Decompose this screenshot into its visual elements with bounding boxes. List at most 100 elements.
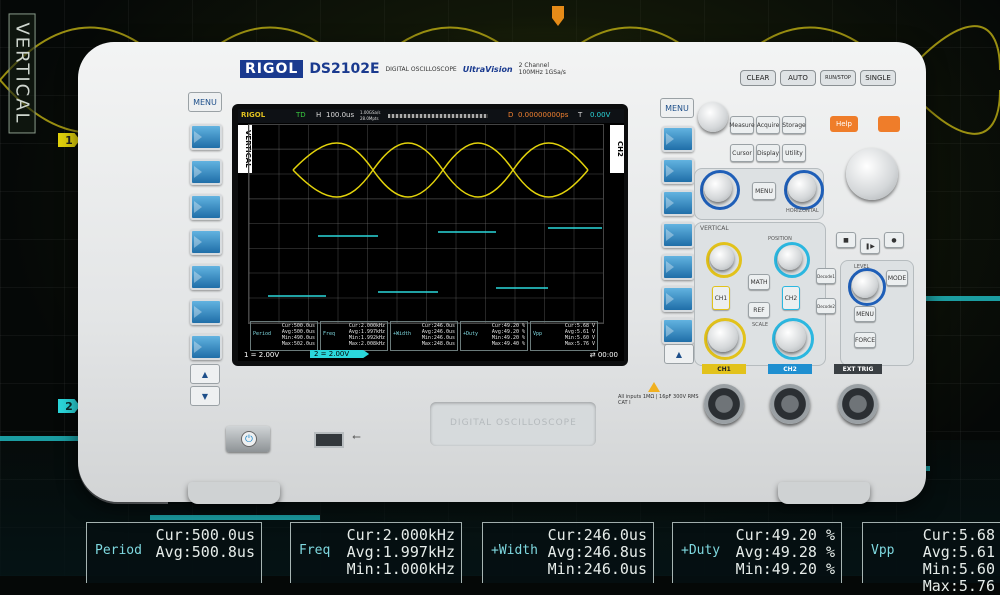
acquire-button[interactable]: Acquire xyxy=(756,116,780,134)
left-softkey-7[interactable] xyxy=(190,334,222,360)
ch2-position-knob[interactable] xyxy=(778,246,802,270)
right-softkey-3[interactable] xyxy=(662,190,694,216)
screen-measurement-duty: +Duty Cur:49.20 % Avg:49.20 % Min:49.20 … xyxy=(460,321,528,351)
single-button[interactable]: SINGLE xyxy=(860,70,896,86)
device-subtitle: DIGITAL OSCILLOSCOPE xyxy=(385,65,457,73)
ext-trig-bnc-connector[interactable] xyxy=(838,384,878,424)
run-stop-button[interactable]: RUN/STOP xyxy=(820,70,856,86)
measurement-name: Period xyxy=(253,331,272,337)
left-up-button[interactable]: ▲ xyxy=(190,364,220,384)
trigger-value: 0.00V xyxy=(590,111,611,119)
ch2-scale-knob[interactable] xyxy=(776,322,806,352)
brand-logo: RIGOL xyxy=(240,60,304,78)
memory-depth: 28.0Mpts xyxy=(360,116,379,121)
clear-button[interactable]: CLEAR xyxy=(740,70,776,86)
background-measurement-duty: +Duty Cur:49.20 % Avg:49.28 % Min:49.20 … xyxy=(672,522,842,583)
timebase-label: H xyxy=(316,111,322,119)
usb-port[interactable] xyxy=(314,432,344,448)
scale-label: SCALE xyxy=(752,322,769,328)
oscilloscope: RIGOL DS2102E DIGITAL OSCILLOSCOPE Ultra… xyxy=(78,42,926,510)
timebase-value: 100.0us xyxy=(326,111,355,119)
left-softkey-2[interactable] xyxy=(190,159,222,185)
horizontal-scale-knob[interactable] xyxy=(788,174,816,202)
delay-label: D xyxy=(508,111,514,119)
right-softkey-5[interactable] xyxy=(662,254,694,280)
right-softkey-1[interactable] xyxy=(662,126,694,152)
decode2-button[interactable]: Decode2 xyxy=(816,298,836,314)
display-button[interactable]: Display xyxy=(756,144,780,162)
spec-bandwidth: 100MHz 1GSa/s xyxy=(518,69,566,76)
model-number: DS2102E xyxy=(309,61,380,77)
right-softkey-4[interactable] xyxy=(662,222,694,248)
memory-bar xyxy=(388,114,488,118)
left-softkey-6[interactable] xyxy=(190,299,222,325)
screen-logo: RIGOL xyxy=(241,111,266,119)
trigger-menu-button[interactable]: MENU xyxy=(854,306,876,322)
delay-value: 0.00000000ps xyxy=(518,111,569,119)
sample-rate: 1.00GSa/s xyxy=(360,110,381,115)
channel-status-bar: 1 = 2.00V 2 = 2.00V ⇄ 00:00 xyxy=(238,350,624,361)
measurement-name: Vpp xyxy=(533,331,543,337)
cursor-button[interactable]: Cursor xyxy=(730,144,754,162)
bottom-label-plate: DIGITAL OSCILLOSCOPE xyxy=(430,402,596,446)
measure-button[interactable]: Measure xyxy=(729,116,755,134)
ch2-bnc-connector[interactable] xyxy=(770,384,810,424)
plate-text: DIGITAL OSCILLOSCOPE xyxy=(450,418,577,428)
horizontal-menu-button[interactable]: MENU xyxy=(752,182,776,200)
storage-button[interactable]: Storage xyxy=(782,116,806,134)
left-softkey-5[interactable] xyxy=(190,264,222,290)
ch1-scale-knob[interactable] xyxy=(708,322,738,352)
left-softkey-4[interactable] xyxy=(190,229,222,255)
status-bar: RIGOL TD H 100.0us 1.00GSa/s 28.0Mpts D … xyxy=(238,109,624,123)
trigger-mode-button[interactable]: MODE xyxy=(886,270,908,286)
power-button[interactable]: ⏻ xyxy=(226,426,270,452)
multipurpose-knob[interactable] xyxy=(698,102,728,132)
navigation-knob[interactable] xyxy=(846,148,898,200)
measurement-values: Cur:246.0us Avg:246.0us Min:246.0us Max:… xyxy=(421,323,455,347)
background-measurement-vpp: Vpp Cur:5.68 Avg:5.61 Min:5.60 Max:5.76 xyxy=(862,522,1000,595)
ch1-bnc-connector[interactable] xyxy=(704,384,744,424)
spec-block: 2 Channel 100MHz 1GSa/s xyxy=(519,62,566,76)
decode1-button[interactable]: Decode1 xyxy=(816,268,836,284)
right-menu-button[interactable]: MENU xyxy=(660,98,694,118)
right-up-button[interactable]: ▲ xyxy=(664,344,694,364)
ref-button[interactable]: REF xyxy=(748,302,770,318)
trigger-level-knob[interactable] xyxy=(852,272,878,298)
right-softkey-7[interactable] xyxy=(662,318,694,344)
auto-button[interactable]: AUTO xyxy=(780,70,816,86)
ch1-position-knob[interactable] xyxy=(710,246,734,270)
measurement-values: Cur:49.20 % Avg:49.28 % Min:49.20 % xyxy=(735,526,835,578)
right-softkey-6[interactable] xyxy=(662,286,694,312)
print-button[interactable] xyxy=(878,116,900,132)
left-softkey-1[interactable] xyxy=(190,124,222,150)
ext-trig-label: EXT TRIG xyxy=(834,364,882,374)
background-ch2-trace xyxy=(920,296,1000,301)
ch1-button[interactable]: CH1 xyxy=(712,286,730,310)
ch2-button[interactable]: CH2 xyxy=(782,286,800,310)
utility-button[interactable]: Utility xyxy=(782,144,806,162)
record-stop-button[interactable]: ■ xyxy=(836,232,856,248)
left-menu-button[interactable]: MENU xyxy=(188,92,222,112)
measurement-name: Period xyxy=(95,543,142,558)
measurement-values: Cur:500.0us Avg:500.0us Min:490.0us Max:… xyxy=(281,323,315,347)
math-button[interactable]: MATH xyxy=(748,274,770,290)
warning-icon xyxy=(648,382,660,392)
run-status: TD xyxy=(296,111,306,119)
record-button[interactable]: ● xyxy=(884,232,904,248)
force-button[interactable]: FORCE xyxy=(854,332,876,348)
screen-measurement-width: +Width Cur:246.0us Avg:246.0us Min:246.0… xyxy=(390,321,458,351)
vertical-section-label: VERTICAL xyxy=(700,225,729,232)
left-softkey-3[interactable] xyxy=(190,194,222,220)
right-softkey-2[interactable] xyxy=(662,158,694,184)
left-down-button[interactable]: ▼ xyxy=(190,386,220,406)
measurement-values: Cur:2.000kHz Avg:1.997kHz Min:1.000kHz xyxy=(346,526,455,578)
ch1-scale: 1 = 2.00V xyxy=(244,351,280,359)
horizontal-position-knob[interactable] xyxy=(704,174,732,202)
record-play-button[interactable]: ❚▶ xyxy=(860,238,880,254)
measurement-name: +Width xyxy=(491,543,538,558)
help-button[interactable]: Help xyxy=(830,116,858,132)
position-label: POSITION xyxy=(768,236,792,242)
waveform-traces xyxy=(268,142,602,297)
warning-text: All inputs 1MΩ | 16pF 300V RMS CAT I xyxy=(618,394,699,406)
measurement-values: Cur:2.000kHz Avg:1.997kHz Min:1.992kHz M… xyxy=(348,323,385,347)
